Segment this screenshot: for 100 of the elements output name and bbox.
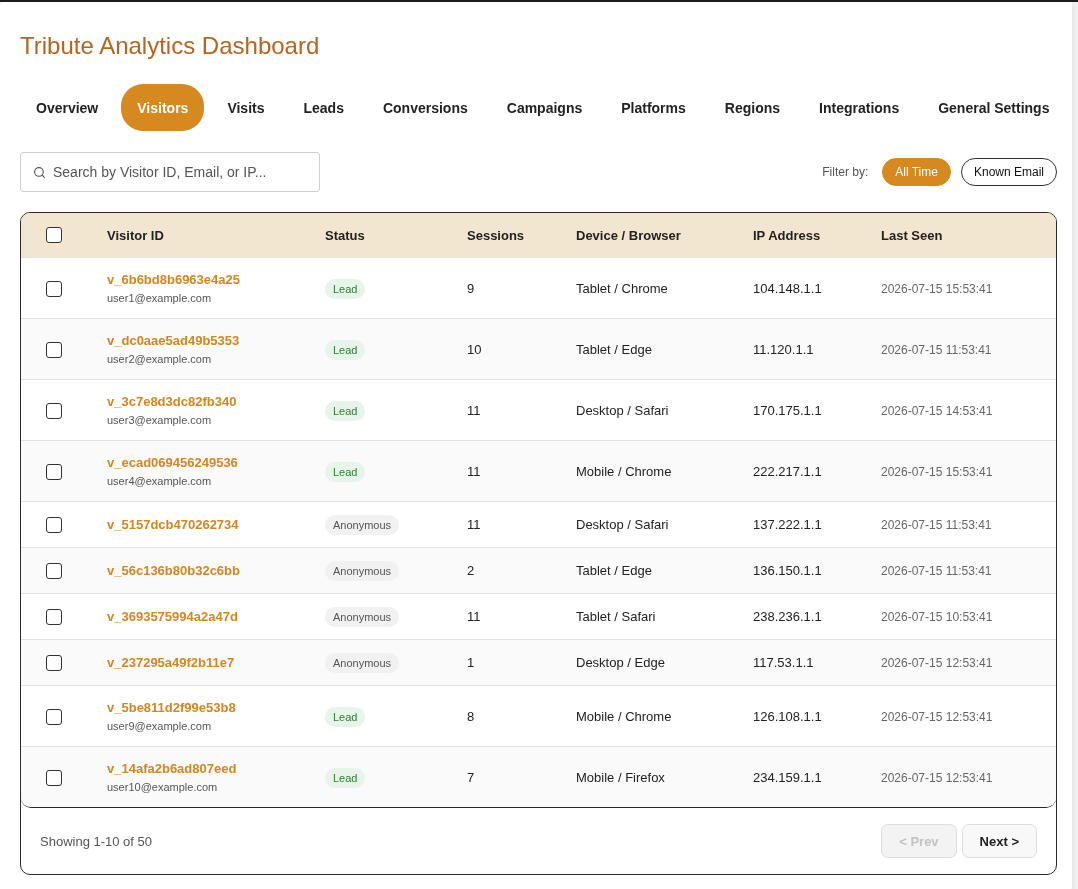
last-seen-cell-text: 2026-07-15 11:53:41: [881, 341, 992, 359]
visitor-id-link[interactable]: v_5be811d2f99e53b8: [107, 699, 236, 717]
last-seen-cell-text: 2026-07-15 12:53:41: [881, 655, 993, 672]
row-checkbox[interactable]: [46, 341, 62, 358]
sessions-cell: 7: [467, 768, 475, 787]
nav-tab[interactable]: Regions: [708, 84, 797, 131]
last-seen-cell-text: 2026-07-15 15:53:41: [881, 463, 993, 481]
visitor-id-link[interactable]: v_dc0aae5ad49b5353: [107, 332, 240, 350]
row-checkbox[interactable]: [46, 769, 62, 786]
device-cell: Mobile / Chrome: [576, 462, 672, 481]
sessions-cell: 11: [467, 608, 481, 626]
sessions-cell: 11: [467, 462, 481, 481]
last-seen-cell-text: 2026-07-15 11:53:41: [881, 563, 992, 580]
ip-address-cell: 104.148.1.1: [753, 279, 822, 298]
visitor-id-link[interactable]: v_ecad069456249536: [107, 454, 238, 472]
status-badge: Lead: [325, 767, 366, 788]
device-cell: Tablet / Edge: [576, 340, 652, 359]
email-text: user3@example.com: [107, 413, 212, 428]
filter-button[interactable]: Known Email: [960, 158, 1057, 186]
last-seen-cell-text: 2026-07-15 12:53:41: [881, 708, 993, 726]
device-cell: Desktop / Safari: [576, 401, 669, 420]
sessions-cell: 10: [467, 340, 482, 359]
visitor-id-link[interactable]: v_14afa2b6ad807eed: [107, 760, 237, 778]
sessions-cell: 9: [467, 279, 475, 298]
device-cell: Tablet / Edge: [576, 562, 652, 580]
nav-tab[interactable]: Platforms: [605, 84, 702, 131]
visitor-id-link[interactable]: v_5157dcb470262734: [107, 516, 239, 534]
select-all-checkbox[interactable]: [46, 227, 62, 243]
row-checkbox[interactable]: [46, 402, 62, 419]
sessions-cell: 1: [467, 654, 475, 672]
last-seen-cell-text: 2026-07-15 14:53:41: [881, 402, 993, 420]
visitor-id-link[interactable]: v_3c7e8d3dc82fb340: [107, 393, 237, 411]
dashboard-title: Tribute Analytics Dashboard: [20, 32, 321, 60]
column-header: Sessions: [467, 227, 526, 243]
column-header: IP Address: [753, 227, 822, 243]
sessions-cell: 11: [467, 401, 481, 420]
visitor-id-link[interactable]: v_6b6bd8b6963e4a25: [107, 271, 240, 289]
sessions-cell: 11: [467, 516, 481, 534]
last-seen-cell-text: 2026-07-15 11:53:41: [881, 517, 992, 534]
device-cell: Tablet / Chrome: [576, 279, 668, 298]
sessions-cell: 2: [467, 562, 475, 580]
column-header: Status: [325, 227, 366, 243]
nav-tab[interactable]: Integrations: [803, 84, 916, 131]
last-seen-cell-text: 2026-07-15 12:53:41: [881, 769, 993, 787]
nav-tab[interactable]: Visits: [211, 84, 281, 131]
filter-label: Filter by:: [822, 165, 869, 179]
status-badge: Lead: [325, 339, 366, 360]
search-icon: [33, 166, 46, 179]
column-header: Device / Browser: [576, 227, 682, 243]
search-field[interactable]: Search by Visitor ID, Email, or IP...: [20, 152, 320, 192]
row-checkbox[interactable]: [46, 463, 62, 480]
visitor-id-link[interactable]: v_56c136b80b32c6bb: [107, 562, 240, 580]
status-badge: Lead: [325, 278, 366, 299]
nav-tab[interactable]: Overview: [20, 84, 115, 131]
row-checkbox[interactable]: [46, 708, 62, 725]
status-badge: Lead: [325, 400, 366, 421]
email-text: user9@example.com: [107, 719, 212, 734]
last-seen-cell-text: 2026-07-15 10:53:41: [881, 609, 993, 626]
visitor-id-link[interactable]: v_237295a49f2b11e7: [107, 654, 235, 672]
email-text: user10@example.com: [107, 780, 218, 795]
device-cell: Desktop / Edge: [576, 654, 665, 672]
nav-tab[interactable]: Campaigns: [490, 84, 599, 131]
filter-button[interactable]: All Time: [882, 158, 951, 186]
next-button[interactable]: Next >: [961, 824, 1037, 858]
visitor-id-link[interactable]: v_3693575994a2a47d: [107, 608, 238, 626]
ip-address-cell: 137.222.1.1: [753, 516, 822, 534]
column-header: Last Seen: [881, 227, 944, 243]
nav-tab[interactable]: General Settings: [922, 84, 1066, 131]
ip-address-cell: 136.150.1.1: [753, 562, 822, 580]
email-text: user1@example.com: [107, 291, 212, 306]
nav-tab[interactable]: Visitors: [121, 84, 205, 131]
device-cell: Mobile / Firefox: [576, 768, 665, 787]
ip-address-cell: 126.108.1.1: [753, 707, 822, 726]
ip-address-cell: 238.236.1.1: [753, 608, 822, 626]
status-badge: Anonymous: [325, 607, 400, 627]
ip-address-cell: 234.159.1.1: [753, 768, 822, 787]
nav-tab[interactable]: Conversions: [366, 84, 484, 131]
ip-address-cell: 170.175.1.1: [753, 401, 822, 420]
sessions-cell: 8: [467, 707, 475, 726]
column-header: Visitor ID: [107, 227, 165, 243]
row-checkbox[interactable]: [46, 563, 62, 579]
nav-tab[interactable]: Leads: [287, 84, 360, 131]
row-checkbox[interactable]: [46, 517, 62, 533]
device-cell: Tablet / Safari: [576, 608, 656, 626]
status-badge: Lead: [325, 461, 366, 482]
row-checkbox[interactable]: [46, 280, 62, 297]
status-badge: Anonymous: [325, 653, 400, 673]
row-checkbox[interactable]: [46, 655, 62, 671]
device-cell: Desktop / Safari: [576, 516, 669, 534]
ip-address-cell: 11.120.1.1: [753, 340, 814, 359]
device-cell: Mobile / Chrome: [576, 707, 672, 726]
row-checkbox[interactable]: [46, 609, 62, 625]
ip-address-cell: 117.53.1.1: [753, 654, 814, 672]
email-text: user2@example.com: [107, 352, 212, 367]
status-badge: Anonymous: [325, 561, 400, 581]
ip-address-cell: 222.217.1.1: [753, 462, 822, 481]
email-text: user4@example.com: [107, 474, 212, 489]
status-badge: Lead: [325, 706, 366, 727]
status-badge: Anonymous: [325, 515, 400, 535]
last-seen-cell-text: 2026-07-15 15:53:41: [881, 280, 993, 298]
